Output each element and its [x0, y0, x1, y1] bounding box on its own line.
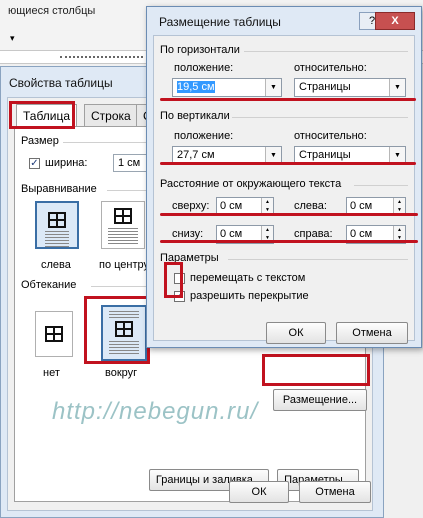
positioning-cancel-button[interactable]: Отмена — [336, 322, 408, 344]
horizontal-position-combo[interactable]: 19,5 см ▼ — [172, 78, 282, 97]
vertical-position-label: положение: — [174, 130, 234, 142]
distance-top-value: 0 см — [220, 200, 243, 212]
table-center-icon — [114, 208, 132, 224]
table-properties-cancel-button[interactable]: Отмена — [299, 481, 371, 503]
vertical-group-label: По вертикали — [160, 110, 230, 122]
table-left-icon — [48, 212, 66, 228]
wrap-none-option[interactable] — [35, 311, 73, 357]
positioning-button[interactable]: Размещение... — [273, 389, 367, 411]
vertical-relative-label: относительно: — [294, 130, 367, 142]
parameters-group-divider — [228, 259, 408, 260]
table-properties-ok-button[interactable]: ОК — [229, 481, 289, 503]
move-with-text-label: перемещать с текстом — [190, 272, 306, 284]
size-group-label: Размер — [21, 135, 59, 147]
wrap-none-label: нет — [43, 367, 60, 379]
positioning-dialog-title: Размещение таблицы — [159, 15, 281, 29]
distance-left-value: 0 см — [350, 200, 373, 212]
dropdown-arrow-icon[interactable]: ▼ — [389, 79, 405, 96]
vertical-position-value: 27,7 см — [177, 149, 215, 161]
annotation-underline-vertical — [160, 162, 416, 165]
distance-bottom-label: снизу: — [172, 228, 204, 240]
distance-top-label: сверху: — [172, 200, 210, 212]
ribbon-text-fragment: ющиеся столбцы — [8, 5, 96, 17]
tab-table[interactable]: Таблица — [16, 104, 78, 127]
horizontal-relative-value: Страницы — [299, 81, 351, 93]
align-center-option[interactable] — [101, 201, 145, 249]
width-label: ширина: — [45, 157, 88, 169]
ruler-ticks — [60, 56, 143, 58]
annotation-underline-distance-bottom — [160, 240, 418, 243]
distance-right-label: справа: — [294, 228, 333, 240]
table-properties-title: Свойства таблицы — [9, 76, 113, 90]
horizontal-position-value: 19,5 см — [177, 81, 215, 93]
text-lines-icon — [108, 228, 138, 244]
close-icon[interactable]: X — [375, 12, 415, 30]
vertical-relative-value: Страницы — [299, 149, 351, 161]
distance-group-label: Расстояние от окружающего текста — [160, 178, 342, 190]
wrap-around-option[interactable] — [101, 305, 147, 361]
align-center-label: по центру — [99, 259, 150, 271]
table-none-icon — [45, 326, 63, 342]
table-around-icon — [115, 321, 133, 337]
table-positioning-dialog: Размещение таблицы ? X По горизонтали по… — [146, 6, 422, 348]
ribbon-chevron-icon: ▾ — [10, 33, 15, 43]
distance-bottom-value: 0 см — [220, 228, 243, 240]
distance-group-divider — [354, 185, 408, 186]
parameters-group-label: Параметры — [160, 252, 219, 264]
annotation-underline-horizontal — [160, 98, 416, 101]
vertical-group-divider — [232, 117, 408, 118]
watermark-url: http://nebegun.ru/ — [52, 398, 259, 425]
horizontal-group-divider — [244, 51, 408, 52]
align-left-label: слева — [41, 259, 71, 271]
alignment-group-label: Выравнивание — [21, 183, 97, 195]
horizontal-group-label: По горизонтали — [160, 44, 240, 56]
text-lines-icon — [109, 311, 139, 319]
text-lines-icon — [109, 341, 139, 355]
dropdown-arrow-icon[interactable]: ▼ — [265, 79, 281, 96]
horizontal-position-label: положение: — [174, 62, 234, 74]
distance-left-label: слева: — [294, 200, 327, 212]
move-with-text-checkbox[interactable] — [174, 273, 185, 284]
horizontal-relative-combo[interactable]: Страницы ▼ — [294, 78, 406, 97]
positioning-ok-button[interactable]: ОК — [266, 322, 326, 344]
text-lines-icon — [45, 231, 69, 247]
tab-row[interactable]: Строка — [84, 104, 138, 127]
wrapping-group-label: Обтекание — [21, 279, 77, 291]
annotation-underline-distance-top — [160, 213, 418, 216]
allow-overlap-label: разрешить перекрытие — [190, 290, 309, 302]
align-left-option[interactable] — [35, 201, 79, 249]
allow-overlap-checkbox[interactable]: ✓ — [174, 291, 185, 302]
distance-right-value: 0 см — [350, 228, 373, 240]
width-checkbox[interactable]: ✓ — [29, 158, 40, 169]
wrap-around-label: вокруг — [105, 367, 138, 379]
horizontal-relative-label: относительно: — [294, 62, 367, 74]
positioning-dialog-body: По горизонтали положение: относительно: … — [153, 35, 415, 344]
